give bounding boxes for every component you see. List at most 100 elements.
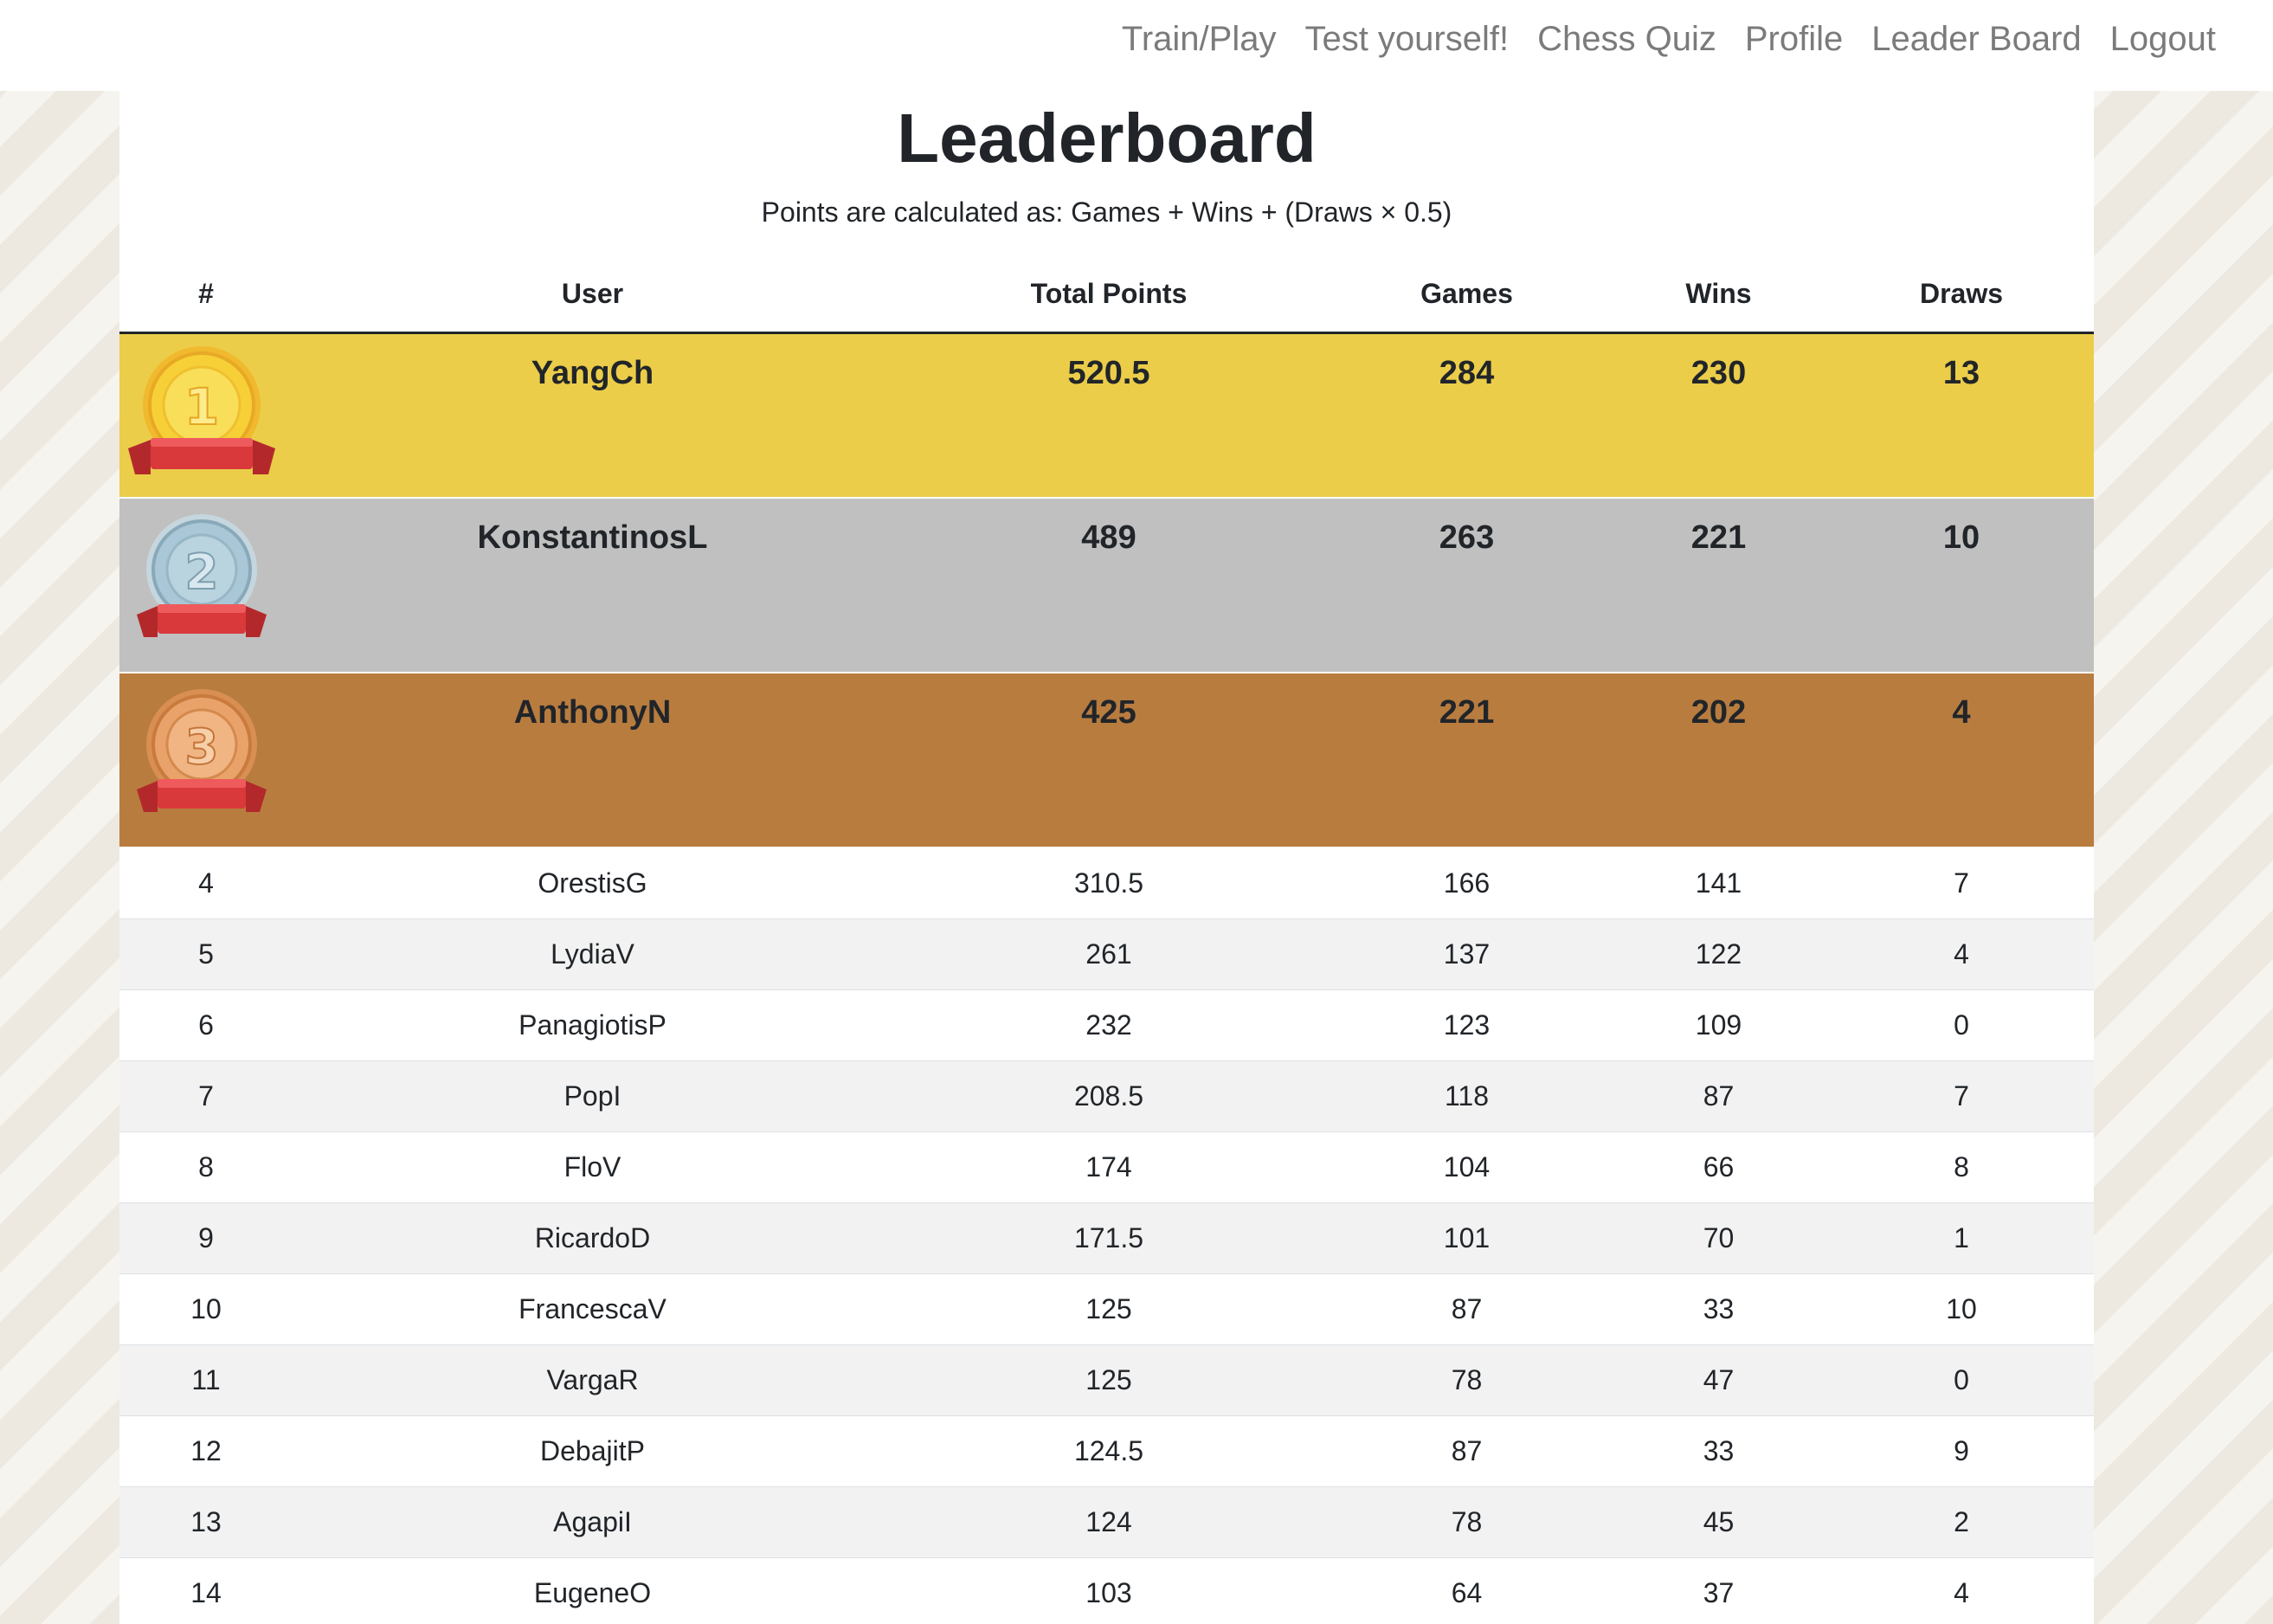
wins: 230 (1608, 332, 1829, 499)
user-name[interactable]: LydiaV (293, 918, 892, 990)
total-points: 232 (892, 989, 1325, 1061)
table-row: 14 EugeneO 103 64 37 4 (119, 1557, 2094, 1624)
user-name[interactable]: FloV (293, 1131, 892, 1203)
top-navbar: Train/Play Test yourself! Chess Quiz Pro… (0, 0, 2273, 91)
table-row: 11 VargaR 125 78 47 0 (119, 1344, 2094, 1416)
nav-links: Train/Play Test yourself! Chess Quiz Pro… (1122, 0, 2216, 78)
games: 123 (1325, 989, 1608, 1061)
silver-medal-icon: 2 (137, 514, 267, 637)
total-points: 425 (892, 673, 1325, 848)
table-row: 10 FrancescaV 125 87 33 10 (119, 1273, 2094, 1345)
user-name[interactable]: RicardoD (293, 1202, 892, 1274)
table-row: 7 PopI 208.5 118 87 7 (119, 1060, 2094, 1132)
table-row: 13 AgapiI 124 78 45 2 (119, 1486, 2094, 1558)
total-points: 171.5 (892, 1202, 1325, 1274)
rank-cell: 7 (119, 1060, 293, 1132)
draws: 10 (1829, 1273, 2094, 1345)
header-games[interactable]: Games (1325, 255, 1608, 334)
leaderboard-container: Leaderboard Points are calculated as: Ga… (119, 91, 2094, 1624)
games: 78 (1325, 1486, 1608, 1558)
games: 166 (1325, 847, 1608, 919)
games: 137 (1325, 918, 1608, 990)
games: 221 (1325, 673, 1608, 848)
table-row: 4 OrestisG 310.5 166 141 7 (119, 847, 2094, 919)
wins: 45 (1608, 1486, 1829, 1558)
wins: 70 (1608, 1202, 1829, 1274)
user-name[interactable]: DebajitP (293, 1415, 892, 1487)
user-name[interactable]: PanagiotisP (293, 989, 892, 1061)
nav-link-test-yourself[interactable]: Test yourself! (1304, 20, 1509, 59)
draws: 9 (1829, 1415, 2094, 1487)
games: 104 (1325, 1131, 1608, 1203)
points-formula-note: Points are calculated as: Games + Wins +… (761, 197, 1452, 228)
nav-link-train-play[interactable]: Train/Play (1122, 20, 1277, 59)
total-points: 520.5 (892, 332, 1325, 499)
user-name[interactable]: YangCh (293, 332, 892, 499)
bronze-medal-icon: 3 (137, 689, 267, 812)
user-name[interactable]: EugeneO (293, 1557, 892, 1624)
games: 78 (1325, 1344, 1608, 1416)
rank-cell: 14 (119, 1557, 293, 1624)
wins: 47 (1608, 1344, 1829, 1416)
draws: 4 (1829, 673, 2094, 848)
rank-cell: 2 (119, 498, 293, 673)
wins: 33 (1608, 1273, 1829, 1345)
svg-text:2: 2 (185, 545, 219, 601)
user-name[interactable]: VargaR (293, 1344, 892, 1416)
total-points: 261 (892, 918, 1325, 990)
header-user[interactable]: User (293, 255, 892, 334)
draws: 7 (1829, 847, 2094, 919)
draws: 10 (1829, 498, 2094, 673)
table-row: 12 DebajitP 124.5 87 33 9 (119, 1415, 2094, 1487)
games: 87 (1325, 1415, 1608, 1487)
svg-text:3: 3 (185, 719, 219, 776)
header-draws[interactable]: Draws (1829, 255, 2094, 334)
draws: 13 (1829, 332, 2094, 499)
user-name[interactable]: AnthonyN (293, 673, 892, 848)
games: 64 (1325, 1557, 1608, 1624)
total-points: 125 (892, 1344, 1325, 1416)
rank-cell: 1 (119, 332, 293, 499)
nav-link-logout[interactable]: Logout (2110, 20, 2216, 59)
draws: 8 (1829, 1131, 2094, 1203)
games: 101 (1325, 1202, 1608, 1274)
regular-rows: 4 OrestisG 310.5 166 141 7 5 LydiaV 261 137 122 4 6 P… (119, 847, 2094, 1624)
table-row: 8 FloV 174 104 66 8 (119, 1131, 2094, 1203)
rank-cell: 13 (119, 1486, 293, 1558)
draws: 2 (1829, 1486, 2094, 1558)
gold-medal-icon: 1 (128, 346, 275, 474)
table-row-rank-1: 1 YangCh 520.5 284 230 13 (119, 332, 2094, 499)
games: 118 (1325, 1060, 1608, 1132)
user-name[interactable]: PopI (293, 1060, 892, 1132)
user-name[interactable]: KonstantinosL (293, 498, 892, 673)
rank-cell: 8 (119, 1131, 293, 1203)
rank-cell: 9 (119, 1202, 293, 1274)
header-total-points[interactable]: Total Points (892, 255, 1325, 334)
wins: 221 (1608, 498, 1829, 673)
table-row: 6 PanagiotisP 232 123 109 0 (119, 989, 2094, 1061)
wins: 141 (1608, 847, 1829, 919)
wins: 122 (1608, 918, 1829, 990)
wins: 66 (1608, 1131, 1829, 1203)
rank-cell: 10 (119, 1273, 293, 1345)
nav-link-profile[interactable]: Profile (1745, 20, 1843, 59)
total-points: 174 (892, 1131, 1325, 1203)
nav-link-chess-quiz[interactable]: Chess Quiz (1537, 20, 1716, 59)
table-row: 9 RicardoD 171.5 101 70 1 (119, 1202, 2094, 1274)
draws: 7 (1829, 1060, 2094, 1132)
table-row: 5 LydiaV 261 137 122 4 (119, 918, 2094, 990)
header-wins[interactable]: Wins (1608, 255, 1829, 334)
rank-cell: 12 (119, 1415, 293, 1487)
total-points: 103 (892, 1557, 1325, 1624)
draws: 0 (1829, 1344, 2094, 1416)
rank-cell: 3 (119, 673, 293, 848)
user-name[interactable]: OrestisG (293, 847, 892, 919)
page-title: Leaderboard (897, 100, 1317, 177)
wins: 37 (1608, 1557, 1829, 1624)
user-name[interactable]: AgapiI (293, 1486, 892, 1558)
table-header-row: # User Total Points Games Wins Draws (119, 255, 2094, 334)
nav-link-leader-board[interactable]: Leader Board (1871, 20, 2081, 59)
table-row-rank-3: 3 AnthonyN 425 221 202 4 (119, 673, 2094, 848)
header-rank[interactable]: # (119, 255, 293, 334)
user-name[interactable]: FrancescaV (293, 1273, 892, 1345)
